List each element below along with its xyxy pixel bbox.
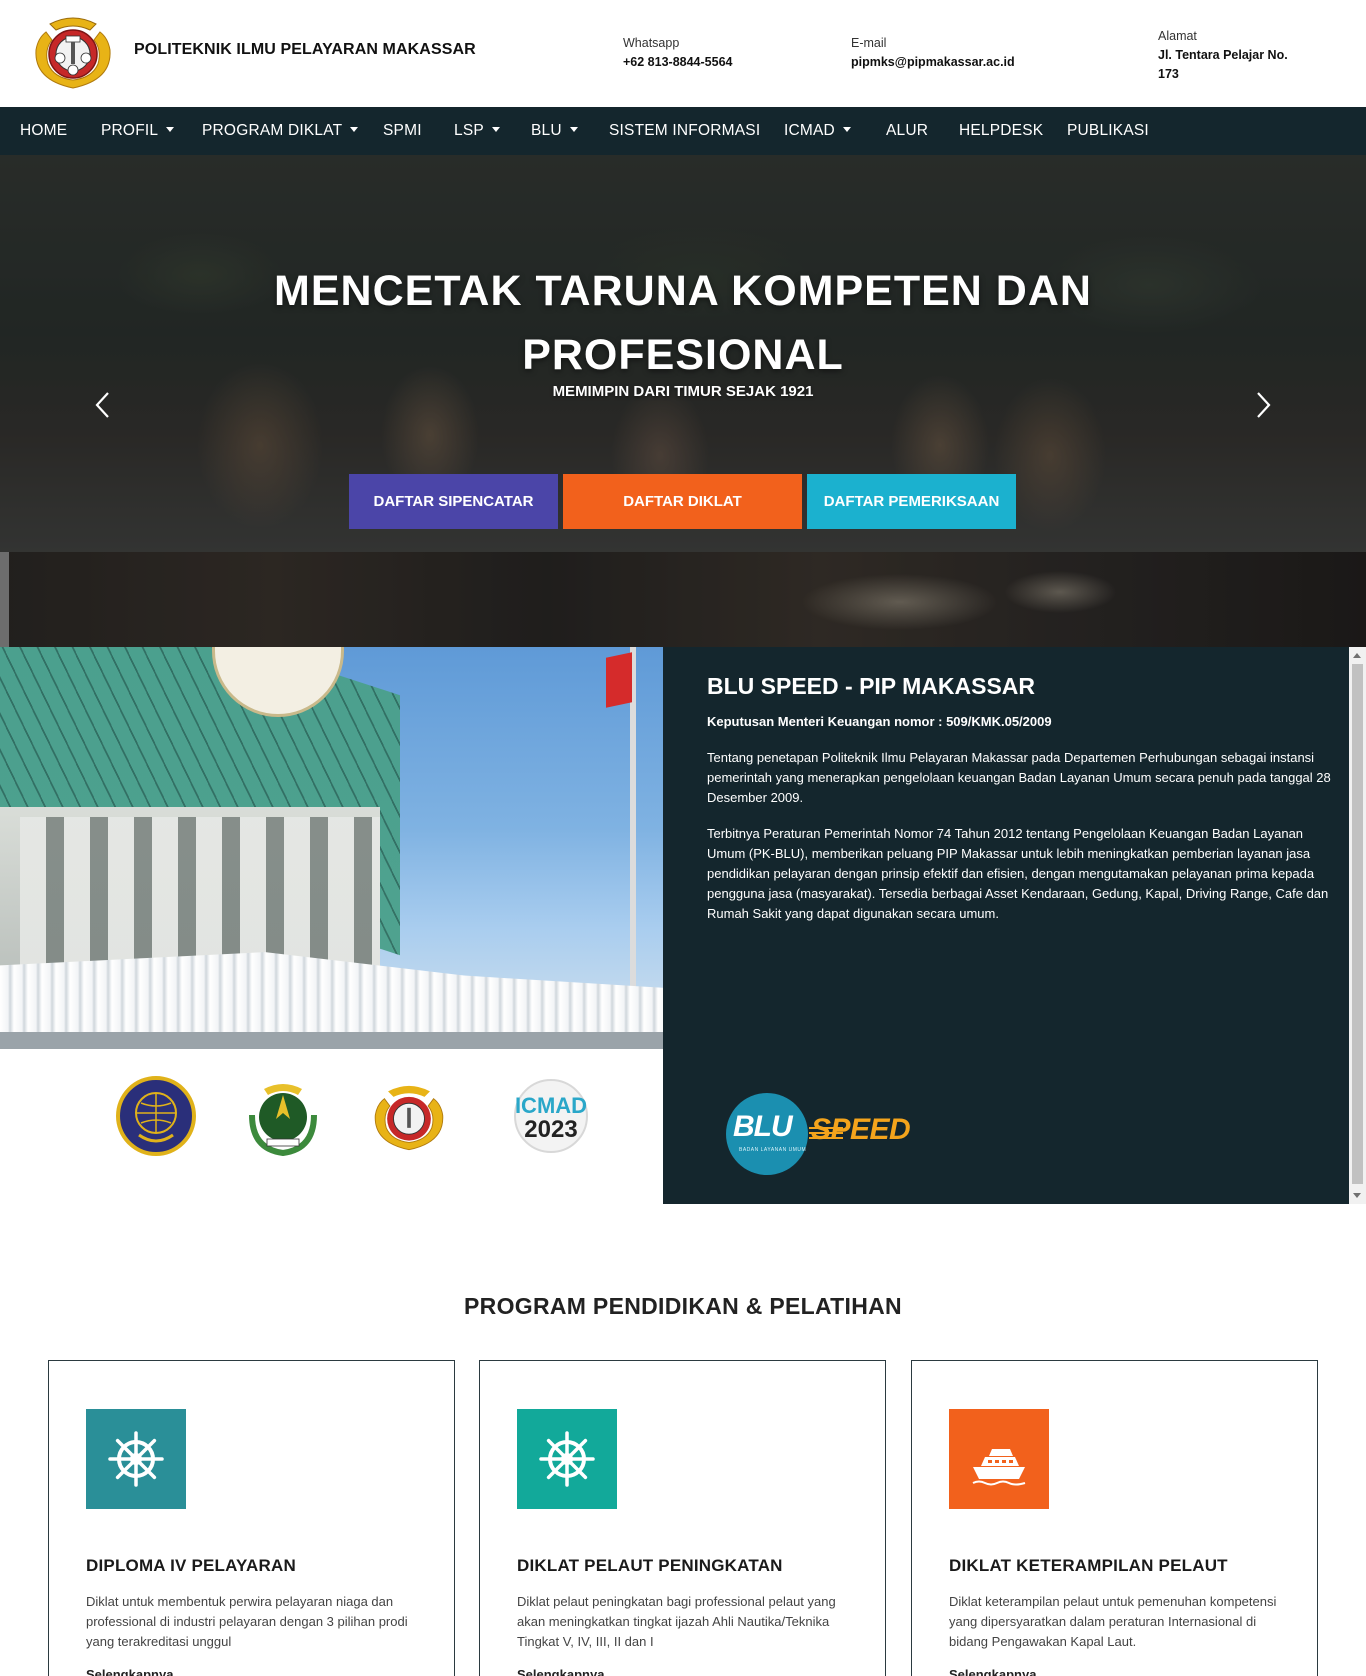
nav-label: SPMI (383, 122, 422, 139)
nav-label: HOME (20, 122, 68, 139)
ship-wheel-icon (86, 1409, 186, 1509)
carousel-prev-arrow-icon[interactable] (88, 385, 118, 425)
carousel-next-arrow-icon[interactable] (1248, 385, 1278, 425)
caret-down-icon (491, 127, 500, 132)
main-navigation: HOME PROFIL PROGRAM DIKLAT SPMI LSP BLU … (0, 107, 1366, 155)
program-card-title: DIPLOMA IV PELAYARAN (86, 1556, 296, 1575)
ship-wheel-icon (517, 1409, 617, 1509)
email-address[interactable]: pipmks@pipmakassar.ac.id (851, 53, 1015, 72)
speed-logo-text: SPEED (811, 1113, 911, 1146)
blu-info-panel: BLU SPEED - PIP MAKASSAR Keputusan Mente… (663, 647, 1366, 1204)
top-header: POLITEKNIK ILMU PELAYARAN MAKASSAR Whats… (0, 0, 1366, 107)
blu-paragraph-1: Tentang penetapan Politeknik Ilmu Pelaya… (707, 750, 1331, 805)
scroll-up-arrow-icon[interactable] (1353, 653, 1361, 658)
nav-label: PROFIL (101, 122, 159, 139)
icmad-2023-logo-icon[interactable]: ICMAD 2023 (505, 1075, 597, 1157)
daftar-sipencatar-button[interactable]: DAFTAR SIPENCATAR (349, 474, 558, 529)
nav-item-icmad[interactable]: ICMAD (784, 107, 851, 155)
nav-label: ICMAD (784, 122, 835, 139)
blu-title: BLU SPEED - PIP MAKASSAR (707, 673, 1036, 699)
strip-edge-divider (0, 552, 9, 647)
nav-label: SISTEM INFORMASI (609, 122, 761, 139)
nav-item-sistem-informasi[interactable]: SISTEM INFORMASI (609, 107, 760, 155)
scroll-down-arrow-icon[interactable] (1353, 1193, 1361, 1198)
contact-address: Alamat Jl. Tentara Pelajar No. 173 (1158, 27, 1298, 84)
nav-item-lsp[interactable]: LSP (454, 107, 500, 155)
program-card-description: Diklat untuk membentuk perwira pelayaran… (86, 1594, 408, 1649)
nav-item-program-diklat[interactable]: PROGRAM DIKLAT (202, 107, 359, 155)
nav-item-alur[interactable]: ALUR (886, 107, 928, 155)
nav-item-home[interactable]: HOME (20, 107, 67, 155)
caret-down-icon (350, 127, 359, 132)
program-card-diklat-peningkatan: DIKLAT PELAUT PENINGKATAN Diklat pelaut … (479, 1360, 886, 1676)
nav-label: ALUR (886, 122, 929, 139)
daftar-pemeriksaan-button[interactable]: DAFTAR PEMERIKSAAN (807, 474, 1016, 529)
program-card-diploma-iv: DIPLOMA IV PELAYARAN Diklat untuk memben… (48, 1360, 455, 1676)
nav-label: PUBLIKASI (1067, 122, 1149, 139)
nav-item-spmi[interactable]: SPMI (383, 107, 422, 155)
nav-item-profil[interactable]: PROFIL (101, 107, 175, 155)
whatsapp-number[interactable]: +62 813-8844-5564 (623, 53, 732, 72)
scrollbar-thumb[interactable] (1352, 664, 1363, 1184)
program-card-description: Diklat keterampilan pelaut untuk pemenuh… (949, 1594, 1277, 1649)
blu-decree: Keputusan Menteri Keuangan nomor : 509/K… (707, 714, 1052, 729)
program-card-title: DIKLAT KETERAMPILAN PELAUT (949, 1556, 1228, 1575)
address-label: Alamat (1158, 29, 1197, 43)
email-label: E-mail (851, 36, 887, 50)
secondary-slide-strip (0, 552, 1366, 647)
caret-down-icon (166, 127, 175, 132)
nav-label: PROGRAM DIKLAT (202, 122, 343, 139)
hero-title: MENCETAK TARUNA KOMPETEN DAN PROFESIONAL (274, 267, 1092, 379)
nav-label: LSP (454, 122, 484, 139)
nav-item-publikasi[interactable]: PUBLIKASI (1067, 107, 1149, 155)
nav-item-helpdesk[interactable]: HELPDESK (959, 107, 1043, 155)
contact-email: E-mail pipmks@pipmakassar.ac.id (851, 34, 1015, 72)
cruise-ship-icon (949, 1409, 1049, 1509)
blu-panel-scrollbar[interactable] (1349, 647, 1366, 1204)
partner-logos-row: ICMAD 2023 (0, 1049, 663, 1204)
caret-down-icon (569, 127, 578, 132)
blu-logo-caption: BADAN LAYANAN UMUM (739, 1147, 807, 1153)
daftar-diklat-button[interactable]: DAFTAR DIKLAT (563, 474, 802, 529)
contact-whatsapp: Whatsapp +62 813-8844-5564 (623, 34, 732, 72)
program-card-title: DIKLAT PELAUT PENINGKATAN (517, 1556, 783, 1575)
icmad-logo-text: ICMAD (515, 1093, 587, 1118)
address-value: Jl. Tentara Pelajar No. 173 (1158, 48, 1288, 81)
program-card-more-link[interactable]: Selengkapnya (517, 1667, 604, 1676)
nav-item-blu[interactable]: BLU (531, 107, 578, 155)
pip-makassar-logo-icon[interactable] (28, 10, 118, 92)
pip-makassar-emblem-icon[interactable] (368, 1075, 450, 1157)
blu-paragraph-2: Terbitnya Peraturan Pemerintah Nomor 74 … (707, 826, 1329, 921)
bppsdm-logo-icon[interactable] (242, 1075, 324, 1157)
program-card-description: Diklat pelaut peningkatan bagi professio… (517, 1594, 836, 1649)
whatsapp-label: Whatsapp (623, 36, 680, 50)
programs-section-title: PROGRAM PENDIDIKAN & PELATIHAN (464, 1293, 902, 1319)
kemenhub-logo-icon[interactable] (115, 1075, 197, 1157)
program-card-more-link[interactable]: Selengkapnya (949, 1667, 1036, 1676)
campus-ceremony-photo (0, 647, 663, 1049)
icmad-logo-year: 2023 (524, 1116, 577, 1143)
site-brand-name[interactable]: POLITEKNIK ILMU PELAYARAN MAKASSAR (134, 41, 476, 59)
caret-down-icon (842, 127, 851, 132)
blu-logo-text: BLU (733, 1110, 793, 1143)
nav-label: HELPDESK (959, 122, 1044, 139)
program-card-more-link[interactable]: Selengkapnya (86, 1667, 173, 1676)
nav-label: BLU (531, 122, 562, 139)
program-card-diklat-keterampilan: DIKLAT KETERAMPILAN PELAUT Diklat ketera… (911, 1360, 1318, 1676)
hero-subtitle: MEMIMPIN DARI TIMUR SEJAK 1921 (552, 383, 814, 400)
hero-carousel: MENCETAK TARUNA KOMPETEN DAN PROFESIONAL… (0, 155, 1366, 552)
